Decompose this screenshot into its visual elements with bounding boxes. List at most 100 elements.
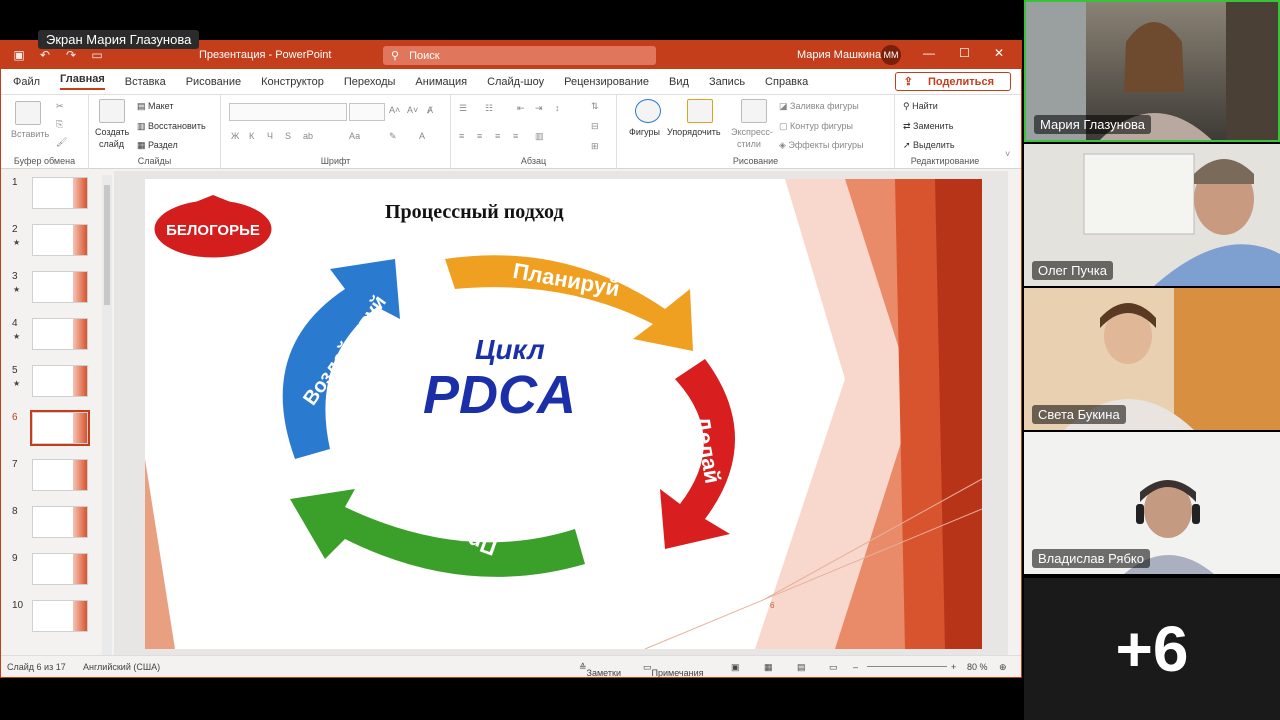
- shapes-icon[interactable]: [635, 99, 661, 123]
- notes-button[interactable]: ≙ Заметки: [579, 662, 621, 678]
- slide-thumbnail[interactable]: 10: [7, 600, 97, 640]
- align-text-icon[interactable]: ⊟: [591, 121, 599, 132]
- current-slide[interactable]: БЕЛОГОРЬЕ Процессный подход Планируй Дел…: [145, 179, 982, 649]
- slide-thumbnail[interactable]: 2 ★: [7, 224, 97, 264]
- thumbnail-scrollbar[interactable]: [102, 175, 112, 657]
- slide-thumbnail[interactable]: 1: [7, 177, 97, 217]
- slide-thumbnail[interactable]: 3 ★: [7, 271, 97, 311]
- section-button[interactable]: ▦ Раздел: [137, 140, 178, 151]
- participant-tile[interactable]: Мария Глазунова: [1024, 0, 1280, 142]
- share-button[interactable]: ⇪ Поделиться: [894, 72, 1011, 91]
- align-right-icon[interactable]: ≡: [495, 131, 500, 141]
- font-family-select[interactable]: [229, 103, 347, 121]
- zoom-in-icon[interactable]: +: [951, 662, 956, 672]
- cut-icon[interactable]: ✂: [56, 101, 64, 112]
- presenter-icon[interactable]: ▭: [89, 47, 105, 63]
- undo-icon[interactable]: ↶: [37, 47, 53, 63]
- new-slide-label-2[interactable]: слайд: [99, 139, 124, 149]
- increase-indent-icon[interactable]: ⇥: [535, 103, 543, 114]
- canvas-scrollbar[interactable]: [1008, 171, 1021, 657]
- shadow-button[interactable]: S: [285, 131, 291, 141]
- decrease-indent-icon[interactable]: ⇤: [517, 103, 525, 114]
- minimize-icon[interactable]: —: [923, 46, 935, 60]
- tab-review[interactable]: Рецензирование: [564, 76, 649, 88]
- clear-format-icon[interactable]: Ⱥ: [427, 105, 433, 115]
- strike-button[interactable]: ab: [303, 131, 313, 141]
- slide-thumbnail[interactable]: 7: [7, 459, 97, 499]
- format-painter-icon[interactable]: 🖌: [56, 137, 67, 148]
- zoom-slider[interactable]: [867, 666, 947, 667]
- line-spacing-icon[interactable]: ↕: [555, 103, 560, 113]
- maximize-icon[interactable]: ☐: [959, 46, 970, 60]
- columns-icon[interactable]: ▥: [535, 131, 544, 142]
- participant-tile[interactable]: Света Букина: [1024, 288, 1280, 430]
- more-participants-tile[interactable]: +6: [1024, 578, 1280, 720]
- redo-icon[interactable]: ↷: [63, 47, 79, 63]
- arrange-icon[interactable]: [687, 99, 713, 123]
- tab-help[interactable]: Справка: [765, 76, 808, 88]
- close-icon[interactable]: ✕: [994, 46, 1004, 60]
- text-direction-icon[interactable]: ⇅: [591, 101, 599, 112]
- comments-button[interactable]: ▭ Примечания: [643, 662, 703, 678]
- slideshow-view-icon[interactable]: ▭: [829, 662, 838, 673]
- shape-effects-button[interactable]: ◈ Эффекты фигуры: [779, 140, 863, 151]
- justify-icon[interactable]: ≡: [513, 131, 518, 141]
- tab-slideshow[interactable]: Слайд-шоу: [487, 76, 544, 88]
- tab-transitions[interactable]: Переходы: [344, 76, 396, 88]
- new-slide-icon[interactable]: [99, 99, 125, 123]
- font-size-select[interactable]: [349, 103, 385, 121]
- avatar[interactable]: ММ: [881, 45, 901, 65]
- tab-home[interactable]: Главная: [60, 73, 105, 90]
- search-box[interactable]: ⚲ Поиск: [383, 46, 656, 65]
- shape-fill-button[interactable]: ◪ Заливка фигуры: [779, 101, 859, 112]
- tab-animations[interactable]: Анимация: [415, 76, 467, 88]
- slide-thumbnail[interactable]: 5 ★: [7, 365, 97, 405]
- font-shrink-icon[interactable]: A˅: [407, 105, 418, 115]
- smartart-icon[interactable]: ⊞: [591, 141, 599, 152]
- zoom-out-icon[interactable]: –: [853, 662, 858, 672]
- reset-button[interactable]: ▥ Восстановить: [137, 121, 206, 132]
- paste-label[interactable]: Вставить: [11, 129, 49, 139]
- font-grow-icon[interactable]: A˄: [389, 105, 400, 115]
- language[interactable]: Английский (США): [83, 662, 160, 672]
- tab-design[interactable]: Конструктор: [261, 76, 324, 88]
- change-case-button[interactable]: Аа: [349, 131, 360, 141]
- zoom-level[interactable]: 80 %: [967, 662, 988, 672]
- participant-tile[interactable]: Владислав Рябко: [1024, 432, 1280, 574]
- align-left-icon[interactable]: ≡: [459, 131, 464, 141]
- underline-button[interactable]: Ч: [267, 131, 273, 141]
- save-icon[interactable]: ▣: [11, 47, 27, 63]
- reading-view-icon[interactable]: ▤: [797, 662, 806, 673]
- paste-icon[interactable]: [15, 101, 41, 125]
- italic-button[interactable]: К: [249, 131, 254, 141]
- font-color-icon[interactable]: A: [419, 131, 425, 141]
- find-button[interactable]: ⚲ Найти: [903, 101, 938, 112]
- collapse-ribbon-icon[interactable]: ˅: [1005, 149, 1010, 159]
- arrange-label[interactable]: Упорядочить: [667, 127, 721, 137]
- shapes-label[interactable]: Фигуры: [629, 127, 660, 137]
- bullets-icon[interactable]: ☰: [459, 103, 467, 114]
- quick-styles-label[interactable]: Экспресс-: [731, 127, 773, 137]
- normal-view-icon[interactable]: ▣: [731, 662, 740, 673]
- layout-button[interactable]: ▤ Макет: [137, 101, 174, 112]
- slide-thumbnail[interactable]: 8: [7, 506, 97, 546]
- tab-view[interactable]: Вид: [669, 76, 689, 88]
- tab-record[interactable]: Запись: [709, 76, 745, 88]
- fit-slide-icon[interactable]: ⊕: [999, 662, 1007, 673]
- quick-styles-icon[interactable]: [741, 99, 767, 123]
- bold-button[interactable]: Ж: [231, 131, 239, 141]
- tab-file[interactable]: Файл: [13, 76, 40, 88]
- tab-insert[interactable]: Вставка: [125, 76, 166, 88]
- align-center-icon[interactable]: ≡: [477, 131, 482, 141]
- numbering-icon[interactable]: ☷: [485, 103, 493, 114]
- select-button[interactable]: ➚ Выделить: [903, 140, 955, 151]
- slide-thumbnail[interactable]: 9: [7, 553, 97, 593]
- slide-thumbnail[interactable]: 6: [7, 410, 97, 452]
- quick-styles-label-2[interactable]: стили: [737, 139, 761, 149]
- participant-tile[interactable]: Олег Пучка: [1024, 144, 1280, 286]
- highlight-icon[interactable]: ✎: [389, 131, 397, 142]
- sorter-view-icon[interactable]: ▦: [764, 662, 773, 673]
- shape-outline-button[interactable]: ▢ Контур фигуры: [779, 121, 853, 132]
- slide-thumbnail[interactable]: 4 ★: [7, 318, 97, 358]
- replace-button[interactable]: ⇄ Заменить: [903, 121, 954, 132]
